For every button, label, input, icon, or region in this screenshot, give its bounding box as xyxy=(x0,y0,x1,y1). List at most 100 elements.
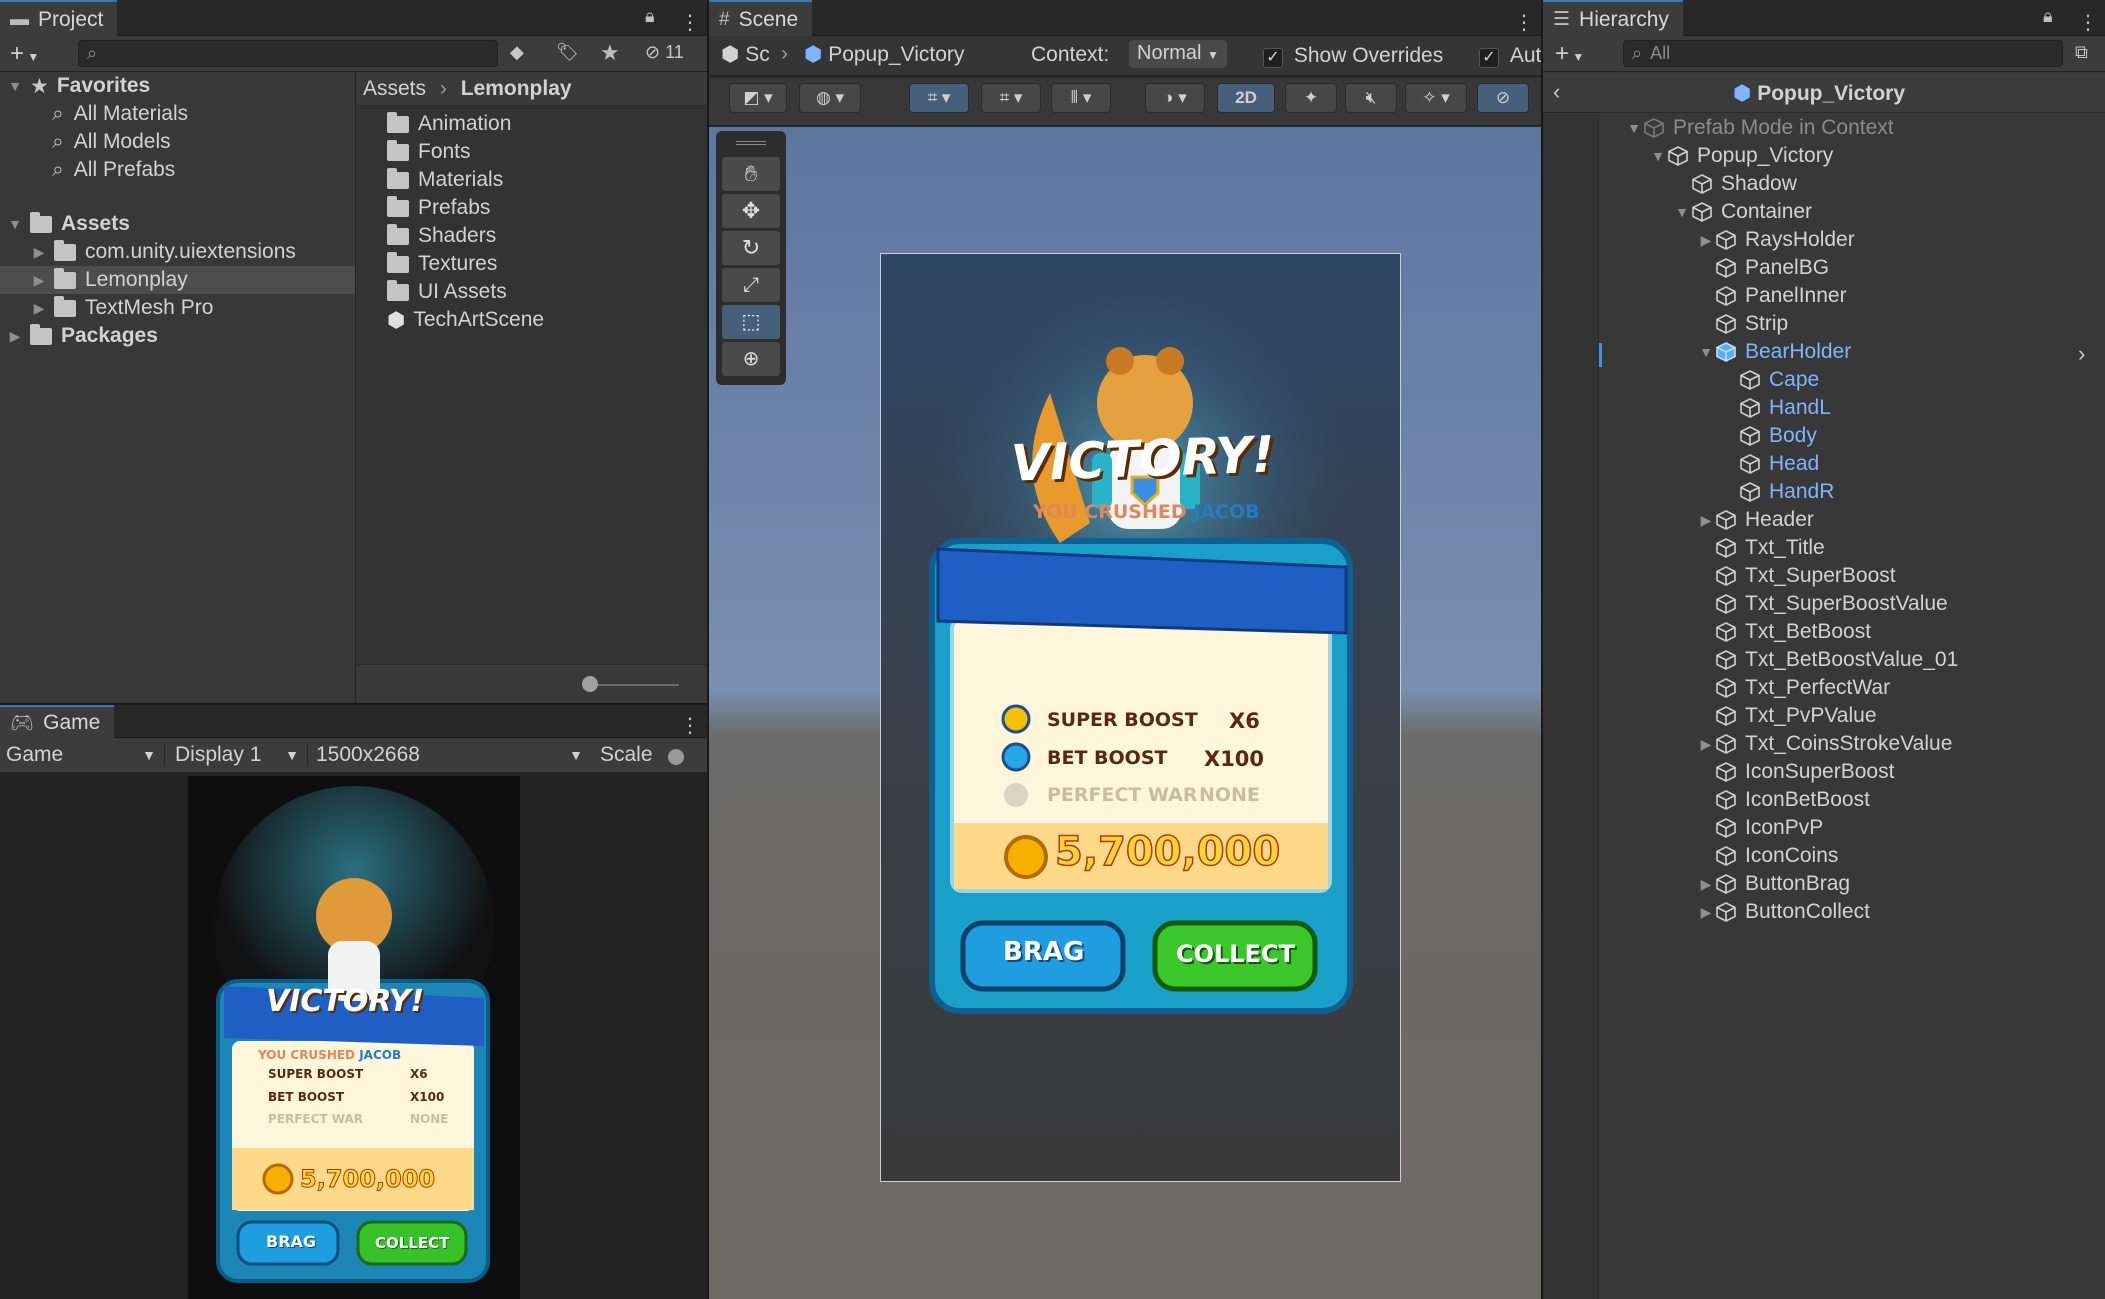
zoom-slider-track[interactable] xyxy=(587,684,679,686)
hierarchy-item[interactable]: Txt_BetBoostValue_01 xyxy=(1697,646,1958,674)
scale-slider[interactable] xyxy=(668,749,684,765)
scene-breadcrumb-root[interactable]: ⬢ Sc xyxy=(721,42,770,67)
favorites-star-icon[interactable]: ★ xyxy=(600,40,620,66)
game-collect-button[interactable]: COLLECT xyxy=(375,1234,449,1252)
hierarchy-item[interactable]: Txt_PerfectWar xyxy=(1697,674,1890,702)
more-menu-icon[interactable]: ⋮ xyxy=(680,10,700,35)
create-button[interactable]: + ▼ xyxy=(10,40,39,68)
hidden-packages-toggle[interactable]: ⊘ 11 xyxy=(645,42,684,63)
scene-brag-button[interactable]: BRAG xyxy=(1003,937,1084,967)
expand-arrow-icon[interactable]: ▶ xyxy=(6,328,24,345)
breadcrumb-root[interactable]: Assets xyxy=(363,77,426,100)
hierarchy-item[interactable]: Txt_Title xyxy=(1697,534,1825,562)
expand-arrow-icon[interactable]: ▼ xyxy=(6,78,24,94)
asset-folder-item[interactable]: ▶ com.unity.uiextensions xyxy=(30,238,296,266)
content-item[interactable]: Materials xyxy=(387,166,503,194)
hierarchy-item[interactable]: Txt_PvPValue xyxy=(1697,702,1877,730)
hierarchy-item[interactable]: Body xyxy=(1721,422,1817,450)
hierarchy-item[interactable]: IconCoins xyxy=(1697,842,1838,870)
hand-tool-icon[interactable]: ✋︎ xyxy=(722,157,780,191)
tab-scene[interactable]: # Scene xyxy=(709,0,813,37)
breadcrumb-current[interactable]: Lemonplay xyxy=(461,77,572,100)
expand-arrow-icon[interactable]: ▶ xyxy=(30,272,48,289)
back-arrow-icon[interactable]: ‹ xyxy=(1553,79,1560,105)
expanded-arrow-icon[interactable]: ▼ xyxy=(1697,344,1715,360)
hierarchy-item[interactable]: Cape xyxy=(1721,366,1819,394)
hierarchy-item[interactable]: PanelBG xyxy=(1697,254,1829,282)
hierarchy-item[interactable]: IconBetBoost xyxy=(1697,786,1870,814)
global-local-button[interactable]: ◍ ▾ xyxy=(799,83,861,113)
game-brag-button[interactable]: BRAG xyxy=(266,1232,316,1251)
scale-tool-icon[interactable]: ⤢ xyxy=(722,268,780,302)
display-dropdown[interactable]: Display 1 ▼ xyxy=(164,743,299,767)
hierarchy-item[interactable]: ▼ Popup_Victory xyxy=(1649,142,1833,170)
game-viewport[interactable]: VICTORY! YOU CRUSHED JACOB SUPER BOOST X… xyxy=(188,776,520,1299)
hierarchy-item[interactable]: ▼ Prefab Mode in Context xyxy=(1625,114,1894,142)
content-item[interactable]: Fonts xyxy=(387,138,471,166)
scene-collect-button[interactable]: COLLECT xyxy=(1176,940,1295,968)
assets-row[interactable]: ▼ Assets xyxy=(6,210,130,238)
hierarchy-item[interactable]: HandL xyxy=(1721,394,1831,422)
expand-arrow-icon[interactable]: ▼ xyxy=(6,216,24,232)
hierarchy-item[interactable]: Txt_SuperBoostValue xyxy=(1697,590,1948,618)
audio-toggle-button[interactable]: 🔇︎ xyxy=(1345,83,1397,113)
hierarchy-item[interactable]: ▼ BearHolder xyxy=(1697,338,1851,366)
draw-mode-button[interactable]: ◩ ▾ xyxy=(729,83,787,113)
hierarchy-item[interactable]: HandR xyxy=(1721,478,1834,506)
asset-folder-item-selected[interactable]: ▶ Lemonplay xyxy=(30,266,188,294)
more-menu-icon[interactable]: ⋮ xyxy=(1514,10,1534,35)
hierarchy-item[interactable]: ▶ Header xyxy=(1697,506,1814,534)
lighting-toggle-button[interactable]: ✦ xyxy=(1285,83,1337,113)
increment-snap-button[interactable]: ⦀ ▾ xyxy=(1051,83,1111,113)
hierarchy-item[interactable]: Txt_BetBoost xyxy=(1697,618,1871,646)
hierarchy-item[interactable]: PanelInner xyxy=(1697,282,1847,310)
content-item[interactable]: UI Assets xyxy=(387,278,507,306)
content-item[interactable]: ⬢ TechArtScene xyxy=(387,306,544,334)
grid-snap-button[interactable]: ⌗ ▾ xyxy=(909,83,969,113)
hierarchy-item[interactable]: IconPvP xyxy=(1697,814,1823,842)
move-tool-icon[interactable]: ✥ xyxy=(722,194,780,228)
tab-project[interactable]: ▬ Project xyxy=(0,0,118,37)
hierarchy-item[interactable]: ▶ ButtonBrag xyxy=(1697,870,1850,898)
hidden-objects-toggle-button[interactable]: ⊘ xyxy=(1477,83,1529,113)
expanded-arrow-icon[interactable]: ▼ xyxy=(1625,120,1643,136)
favorites-row[interactable]: ▼ ★ Favorites xyxy=(6,72,150,100)
favorite-item[interactable]: ⌕ All Prefabs xyxy=(52,156,175,184)
shading-mode-button[interactable]: ◑ ▾ xyxy=(1145,83,1205,113)
asset-folder-item[interactable]: ▶ TextMesh Pro xyxy=(30,294,213,322)
tab-hierarchy[interactable]: ☰ Hierarchy xyxy=(1543,0,1683,37)
toggle-2d-button[interactable]: 2D xyxy=(1217,83,1275,113)
hierarchy-item[interactable]: Strip xyxy=(1697,310,1788,338)
hierarchy-search-input[interactable]: ⌕ All xyxy=(1623,40,2063,67)
hierarchy-item[interactable]: ▶ ButtonCollect xyxy=(1697,898,1870,926)
auto-save-checkbox[interactable]: ✓ Aut xyxy=(1479,44,1541,68)
context-dropdown[interactable]: Normal ▼ xyxy=(1129,40,1227,68)
collapsed-arrow-icon[interactable]: ▶ xyxy=(1697,876,1715,893)
create-button[interactable]: + ▼ xyxy=(1555,40,1584,68)
show-overrides-checkbox[interactable]: ✓ Show Overrides xyxy=(1263,44,1443,68)
tab-game[interactable]: 🎮︎ Game xyxy=(0,705,115,739)
content-item[interactable]: Shaders xyxy=(387,222,496,250)
rect-tool-icon[interactable]: ⬚ xyxy=(722,305,780,339)
zoom-slider-handle[interactable] xyxy=(582,676,598,692)
resolution-dropdown[interactable]: 1500x2668 ▼ xyxy=(307,743,583,767)
game-mode-dropdown[interactable]: Game ▼ xyxy=(6,743,156,767)
hierarchy-item[interactable]: ▶ RaysHolder xyxy=(1697,226,1855,254)
grid-visibility-button[interactable]: ⌗ ▾ xyxy=(981,83,1041,113)
scene-viewport[interactable]: ✋︎ ✥ ↻ ⤢ ⬚ ⊕ VICTORY! YOU CRUSHED JACOB … xyxy=(709,127,1541,1299)
project-search-input[interactable]: ⌕ xyxy=(78,40,498,67)
prefab-breadcrumb[interactable]: ⬢ Popup_Victory xyxy=(804,42,964,67)
transform-tool-icon[interactable]: ⊕ xyxy=(722,342,780,376)
content-item[interactable]: Prefabs xyxy=(387,194,490,222)
collapsed-arrow-icon[interactable]: ▶ xyxy=(1697,736,1715,753)
more-menu-icon[interactable]: ⋮ xyxy=(2078,10,2098,35)
collapsed-arrow-icon[interactable]: ▶ xyxy=(1697,232,1715,249)
expand-arrow-icon[interactable]: ▶ xyxy=(30,244,48,261)
expanded-arrow-icon[interactable]: ▼ xyxy=(1649,148,1667,164)
collapsed-arrow-icon[interactable]: ▶ xyxy=(1697,512,1715,529)
collapsed-arrow-icon[interactable]: ▶ xyxy=(1697,904,1715,921)
search-by-label-icon[interactable]: 🏷︎ xyxy=(556,42,579,63)
hierarchy-item[interactable]: Head xyxy=(1721,450,1819,478)
lock-icon[interactable]: 🔒︎ xyxy=(2043,6,2053,27)
more-menu-icon[interactable]: ⋮ xyxy=(680,713,700,738)
